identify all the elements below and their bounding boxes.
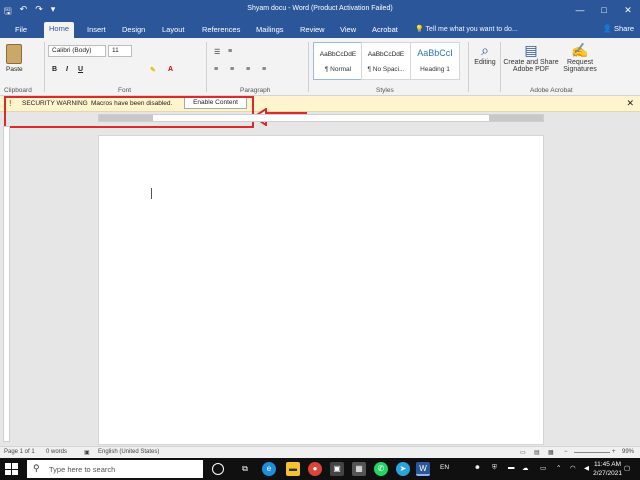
zoom-out-icon[interactable]: −	[564, 449, 568, 455]
chrome-icon[interactable]: ●	[308, 462, 322, 476]
onedrive-icon[interactable]: ☁	[522, 464, 529, 472]
group-label-paragraph: Paragraph	[240, 87, 271, 94]
people-icon[interactable]: ☻	[474, 464, 481, 471]
defender-icon[interactable]: ⛨	[492, 464, 497, 472]
font-name-select[interactable]: Calibri (Body)	[48, 45, 106, 57]
align-left-icon[interactable]: ≡	[214, 66, 218, 73]
signature-icon: ✍	[571, 42, 589, 58]
close-button[interactable]: ✕	[616, 0, 640, 20]
clipboard-icon	[6, 44, 23, 64]
input-language[interactable]: EN	[440, 464, 449, 471]
group-label-clipboard: Clipboard	[4, 87, 32, 94]
read-mode-icon[interactable]: ▤	[534, 449, 540, 456]
wifi-icon[interactable]: ◠	[570, 464, 576, 472]
group-label-font: Font	[118, 87, 132, 94]
page-count[interactable]: Page 1 of 1	[4, 449, 35, 455]
title-bar: 🖫 ↶ ↷ ▾ Shyam docu - Word (Product Activ…	[0, 0, 640, 20]
taskbar: ⚲ Type here to search ⧉ e ▬ ● ▣ ▦ ✆ ➤ W …	[0, 458, 640, 480]
cortana-icon[interactable]	[212, 463, 224, 475]
windows-start-icon[interactable]	[4, 462, 20, 476]
tab-home[interactable]: Home	[44, 22, 75, 38]
speaker-icon[interactable]: ◀	[584, 464, 589, 472]
web-layout-icon[interactable]: ▦	[548, 449, 554, 456]
whatsapp-icon[interactable]: ✆	[374, 462, 388, 476]
zoom-slider[interactable]	[574, 452, 610, 453]
group-label-styles: Styles	[376, 87, 394, 94]
create-share-pdf-button[interactable]: ▤ Create and Share Adobe PDF	[502, 42, 560, 73]
maximize-button[interactable]: □	[592, 0, 616, 20]
text-cursor	[151, 188, 152, 199]
folder-icon[interactable]: ▬	[508, 464, 515, 471]
share-button[interactable]: 👤 Share	[603, 24, 634, 33]
close-icon[interactable]: ✕	[626, 98, 634, 109]
numbering-icon[interactable]: ≡	[228, 48, 232, 55]
bullets-icon[interactable]: ☰	[214, 48, 220, 56]
person-icon: 👤	[602, 24, 614, 33]
tab-layout[interactable]: Layout	[157, 23, 190, 36]
magnifier-icon: ⌕	[481, 42, 489, 58]
word-count[interactable]: 0 words	[46, 449, 67, 455]
task-view-icon[interactable]: ⧉	[238, 462, 252, 476]
file-explorer-icon[interactable]: ▬	[286, 462, 300, 476]
focus-icon[interactable]: ▭	[520, 449, 526, 456]
italic-button[interactable]: I	[66, 66, 68, 73]
vertical-ruler[interactable]	[3, 126, 10, 442]
tab-file[interactable]: File	[10, 23, 32, 36]
ribbon: Paste Clipboard Calibri (Body) 11 B I U …	[0, 38, 640, 96]
zoom-in-icon[interactable]: +	[612, 449, 616, 455]
word-icon[interactable]: W	[416, 462, 430, 476]
justify-icon[interactable]: ≡	[262, 66, 266, 73]
highlight-box	[4, 96, 254, 128]
notification-icon[interactable]: ▢	[624, 464, 630, 472]
paste-button[interactable]: Paste	[6, 44, 23, 73]
tab-acrobat[interactable]: Acrobat	[367, 23, 403, 36]
style-normal[interactable]: AaBbCcDdE ¶ Normal	[313, 42, 363, 80]
style-no-spacing[interactable]: AaBbCcDdE ¶ No Spaci...	[361, 42, 411, 80]
battery-icon[interactable]: ▭	[540, 464, 546, 472]
ribbon-tabs: File Home Insert Design Layout Reference…	[0, 20, 640, 38]
telegram-icon[interactable]: ➤	[396, 462, 410, 476]
request-signatures-button[interactable]: ✍ Request Signatures	[560, 42, 600, 73]
font-color-icon[interactable]: A	[168, 66, 173, 73]
clock[interactable]: 11:45 AM 2/27/2021	[593, 460, 622, 478]
zoom-level[interactable]: 99%	[622, 449, 634, 455]
highlight-icon[interactable]: ✎	[150, 66, 156, 74]
horizontal-ruler[interactable]	[98, 114, 544, 122]
proofing-icon[interactable]: ▣	[84, 449, 90, 456]
tab-insert[interactable]: Insert	[82, 23, 111, 36]
underline-button[interactable]: U	[78, 66, 83, 73]
align-center-icon[interactable]: ≡	[230, 66, 234, 73]
document-page[interactable]	[98, 135, 544, 445]
tab-view[interactable]: View	[335, 23, 361, 36]
editing-button[interactable]: ⌕ Editing	[472, 42, 498, 66]
font-size-select[interactable]: 11	[108, 45, 132, 57]
style-heading-1[interactable]: AaBbCcI Heading 1	[410, 42, 460, 80]
tab-references[interactable]: References	[197, 23, 245, 36]
bold-button[interactable]: B	[52, 66, 57, 73]
photos-icon[interactable]: ▦	[352, 462, 366, 476]
align-right-icon[interactable]: ≡	[246, 66, 250, 73]
language-status[interactable]: English (United States)	[98, 449, 159, 455]
lightbulb-icon: 💡	[415, 26, 426, 33]
tab-design[interactable]: Design	[117, 23, 150, 36]
search-icon: ⚲	[33, 463, 40, 473]
minimize-button[interactable]: —	[568, 0, 592, 20]
pdf-icon: ▤	[524, 42, 538, 58]
taskbar-search[interactable]: ⚲ Type here to search	[27, 460, 203, 478]
tell-me-search[interactable]: 💡 Tell me what you want to do...	[415, 25, 518, 33]
edge-icon[interactable]: e	[262, 462, 276, 476]
chevron-up-icon[interactable]: ⌃	[556, 464, 561, 472]
tab-review[interactable]: Review	[295, 23, 330, 36]
tab-mailings[interactable]: Mailings	[251, 23, 289, 36]
store-icon[interactable]: ▣	[330, 462, 344, 476]
group-label-adobe-acrobat: Adobe Acrobat	[530, 87, 573, 94]
status-bar: Page 1 of 1 0 words ▣ English (United St…	[0, 446, 640, 458]
window-title: Shyam docu - Word (Product Activation Fa…	[247, 5, 393, 12]
